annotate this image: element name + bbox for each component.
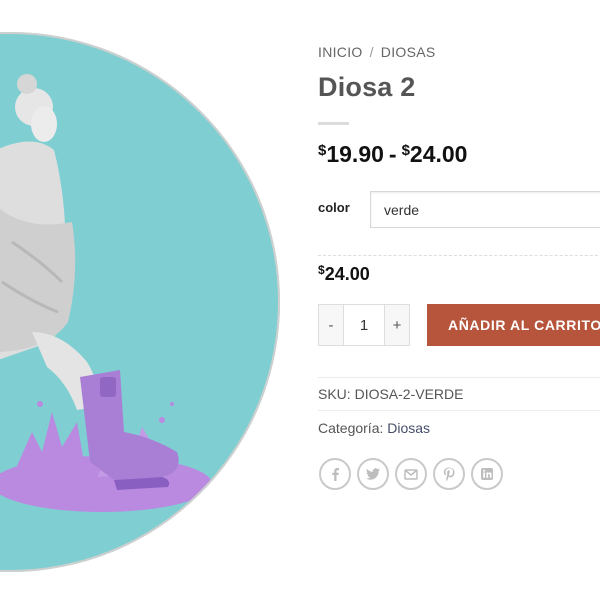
facebook-icon bbox=[332, 468, 339, 481]
sku: SKU: DIOSA-2-VERDE bbox=[318, 386, 464, 402]
price-range-separator: - bbox=[388, 141, 397, 167]
category: Categoría: Diosas bbox=[318, 420, 430, 436]
price-max: 24.00 bbox=[409, 141, 468, 167]
variation-price: $24.00 bbox=[318, 263, 370, 285]
product-title: Diosa 2 bbox=[318, 72, 416, 102]
email-icon bbox=[404, 469, 418, 480]
sku-label: SKU: bbox=[318, 386, 351, 402]
breadcrumb-separator: / bbox=[369, 44, 374, 60]
variation-price-currency: $ bbox=[318, 263, 325, 277]
twitter-share-button[interactable] bbox=[357, 458, 389, 490]
twitter-icon bbox=[366, 468, 380, 480]
pinterest-icon bbox=[443, 467, 455, 482]
breadcrumb-home-link[interactable]: INICIO bbox=[318, 44, 363, 60]
color-select[interactable]: verde bbox=[370, 191, 600, 228]
category-link[interactable]: Diosas bbox=[387, 420, 430, 436]
category-label: Categoría: bbox=[318, 420, 384, 436]
quantity-input[interactable]: 1 bbox=[344, 304, 384, 346]
price-max-currency: $ bbox=[401, 142, 410, 159]
color-label: color bbox=[318, 200, 350, 215]
share-icons bbox=[319, 458, 503, 490]
meta-divider-top bbox=[318, 377, 600, 378]
color-select-value: verde bbox=[384, 202, 420, 218]
linkedin-icon bbox=[481, 468, 493, 480]
linkedin-share-button[interactable] bbox=[471, 458, 503, 490]
meta-divider-bottom bbox=[318, 410, 600, 411]
facebook-share-button[interactable] bbox=[319, 458, 351, 490]
variation-divider bbox=[318, 255, 600, 256]
variation-price-amount: 24.00 bbox=[324, 264, 370, 284]
price-range: $19.90- $24.00 bbox=[318, 141, 467, 168]
quantity-plus-button[interactable]: + bbox=[384, 304, 410, 346]
add-to-cart-button[interactable]: AÑADIR AL CARRITO bbox=[427, 304, 600, 346]
title-divider bbox=[318, 122, 349, 125]
price-min: 19.90 bbox=[326, 141, 384, 167]
product-image[interactable] bbox=[0, 32, 288, 572]
quantity-stepper: - 1 + bbox=[318, 304, 410, 346]
product-summary: INICIO / DIOSAS Diosa 2 $19.90- $24.00 colo… bbox=[318, 0, 600, 600]
breadcrumb-category-link[interactable]: DIOSAS bbox=[381, 44, 436, 60]
product-image-container[interactable] bbox=[0, 32, 288, 572]
pinterest-share-button[interactable] bbox=[433, 458, 465, 490]
sku-value: DIOSA-2-VERDE bbox=[354, 386, 464, 402]
email-share-button[interactable] bbox=[395, 458, 427, 490]
breadcrumb: INICIO / DIOSAS bbox=[318, 44, 436, 60]
quantity-minus-button[interactable]: - bbox=[318, 304, 344, 346]
